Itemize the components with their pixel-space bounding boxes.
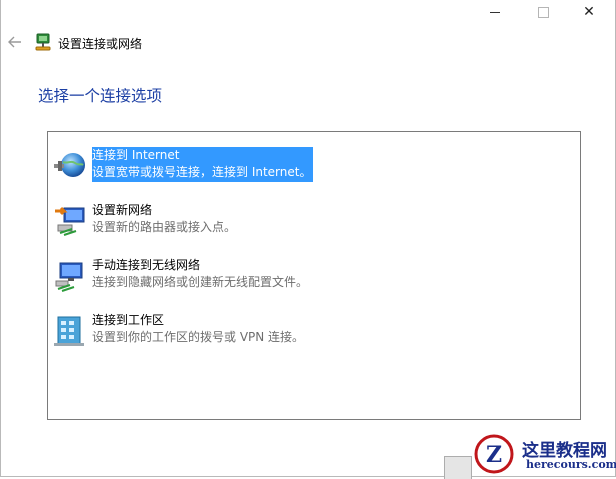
workplace-icon	[52, 313, 88, 349]
option-title: 手动连接到无线网络	[92, 258, 201, 272]
window-title: 设置连接或网络	[58, 37, 143, 51]
watermark-logo: Z	[474, 434, 514, 474]
watermark: Z 这里教程网 herecours.com	[466, 430, 616, 478]
maximize-button[interactable]	[520, 0, 566, 24]
option-description: 设置宽带或拨号连接，连接到 Internet。	[92, 165, 312, 179]
option-connect-internet[interactable]: 连接到 Internet 设置宽带或拨号连接，连接到 Internet。	[51, 144, 571, 188]
option-manual-wireless[interactable]: 手动连接到无线网络 连接到隐藏网络或创建新无线配置文件。	[51, 254, 571, 298]
new-network-icon	[52, 203, 88, 239]
option-title: 设置新网络	[92, 203, 153, 217]
minimize-icon	[490, 11, 500, 13]
globe-icon	[52, 148, 88, 184]
back-arrow-icon	[8, 36, 21, 48]
wireless-network-icon	[52, 258, 88, 294]
option-description: 设置新的路由器或接入点。	[92, 220, 237, 234]
close-icon: ✕	[583, 4, 595, 20]
back-button[interactable]	[7, 34, 23, 50]
close-button[interactable]: ✕	[566, 0, 612, 24]
option-description: 连接到隐藏网络或创建新无线配置文件。	[92, 275, 309, 289]
svg-text:Z: Z	[486, 442, 502, 468]
option-workplace[interactable]: 连接到工作区 设置到你的工作区的拨号或 VPN 连接。	[51, 309, 571, 353]
connection-options-list: 连接到 Internet 设置宽带或拨号连接，连接到 Internet。 设置新…	[47, 131, 581, 420]
minimize-button[interactable]	[472, 0, 518, 24]
page-heading: 选择一个连接选项	[38, 87, 163, 105]
network-setup-icon	[34, 33, 52, 51]
option-title: 连接到 Internet	[92, 148, 180, 162]
watermark-url: herecours.com	[526, 458, 616, 471]
option-new-network[interactable]: 设置新网络 设置新的路由器或接入点。	[51, 199, 571, 243]
maximize-icon	[537, 6, 549, 18]
option-title: 连接到工作区	[92, 313, 165, 327]
option-description: 设置到你的工作区的拨号或 VPN 连接。	[92, 330, 305, 344]
